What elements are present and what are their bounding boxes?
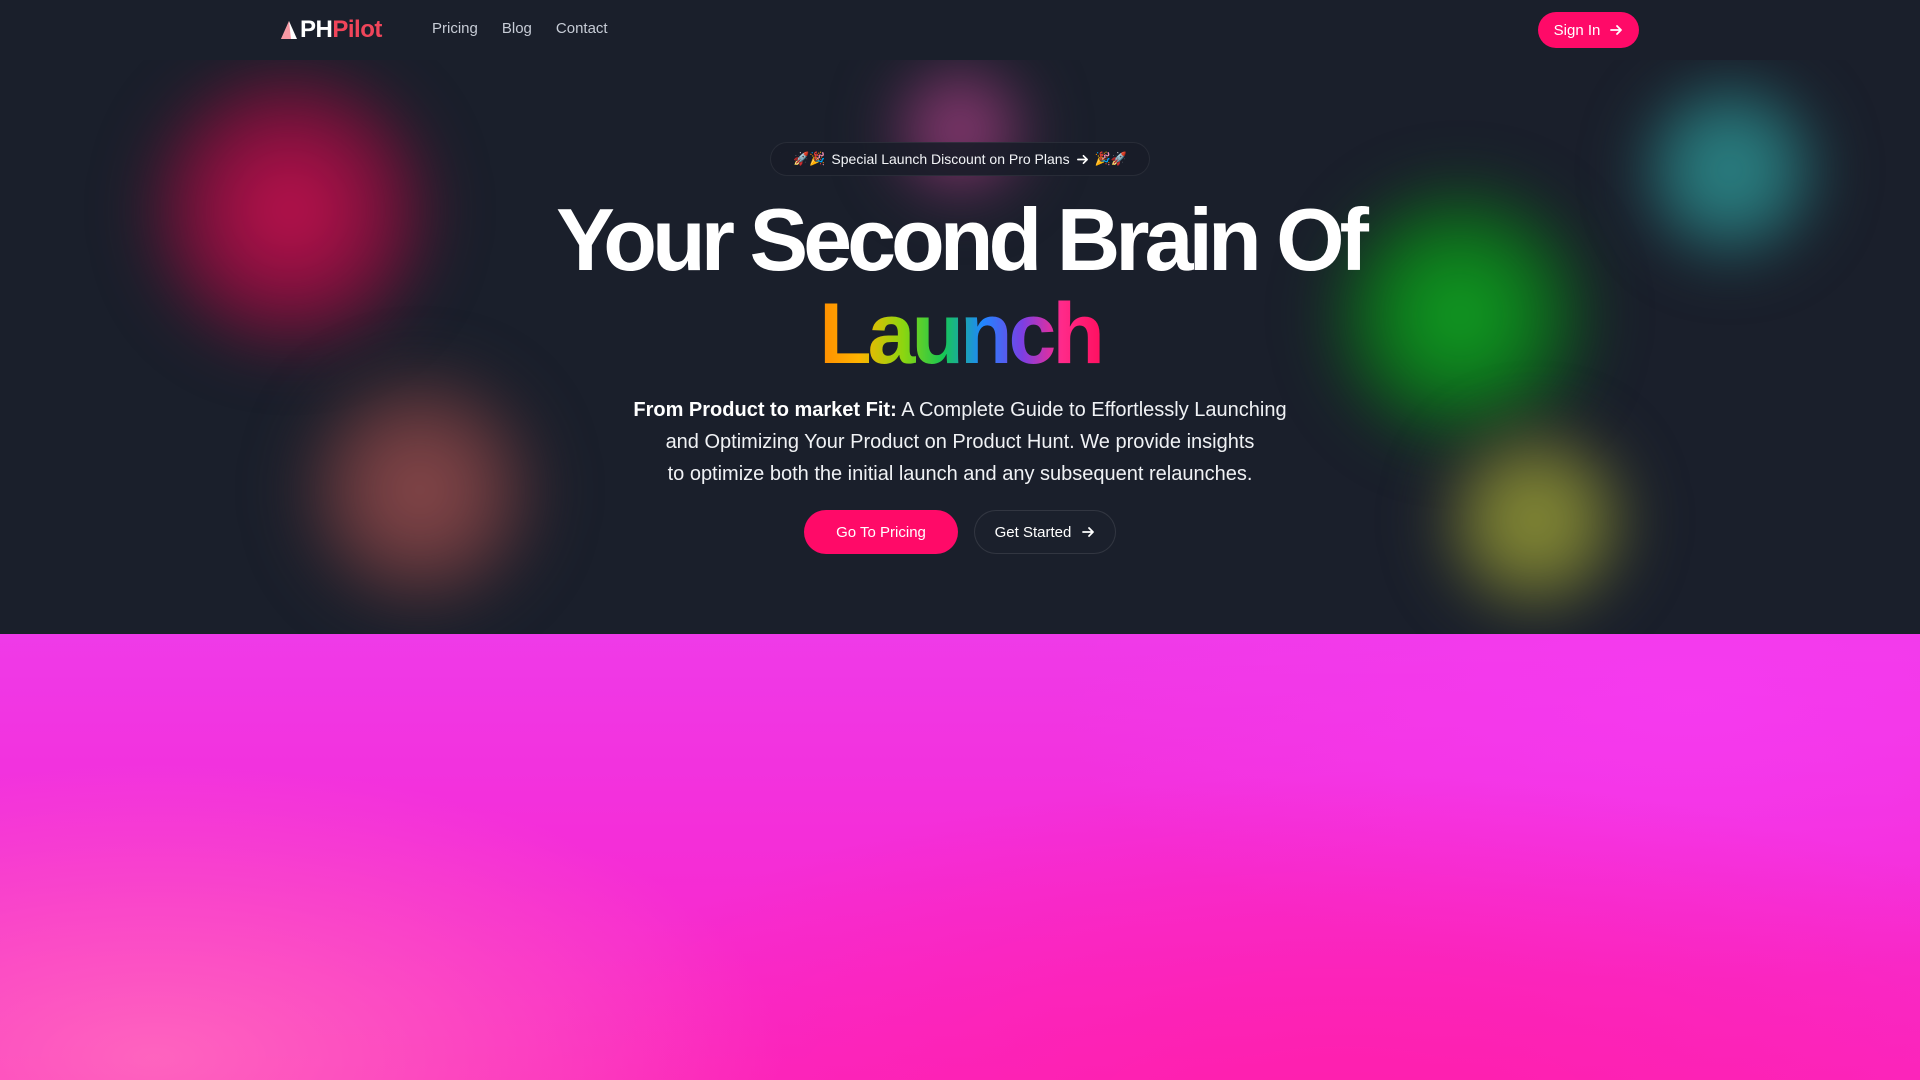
triangle-logo-icon	[281, 21, 297, 39]
headline-line-2-gradient: Launch	[819, 286, 1105, 382]
description-line-1: From Product to market Fit: A Complete G…	[560, 394, 1360, 426]
arrow-right-icon	[1082, 527, 1095, 537]
description-line-1-text: A Complete Guide to Effortlessly Launchi…	[896, 399, 1287, 421]
nav-link-pricing[interactable]: Pricing	[432, 19, 478, 39]
get-started-button[interactable]: Get Started	[974, 510, 1116, 554]
description-bold: From Product to market Fit:	[633, 399, 897, 421]
arrow-right-icon	[1076, 154, 1088, 164]
promo-emoji-right: 🎉🚀	[1094, 151, 1127, 166]
hero-section: PH Pilot Pricing Blog Contact Sign In 🚀🎉 …	[0, 0, 1920, 634]
top-navigation: PH Pilot Pricing Blog Contact Sign In	[0, 0, 1920, 60]
arrow-right-icon	[1610, 25, 1623, 35]
description-line-3: to optimize both the initial launch and …	[667, 463, 1253, 485]
promo-label: Special Launch Discount on Pro Plans	[831, 151, 1070, 167]
decorative-yellow-glow	[1430, 415, 1640, 625]
nav-link-contact[interactable]: Contact	[556, 19, 608, 39]
decorative-brown-glow	[290, 360, 550, 620]
nav-link-blog[interactable]: Blog	[502, 19, 532, 39]
sign-in-label: Sign In	[1553, 21, 1601, 39]
decorative-pink-glow	[880, 50, 1040, 210]
hero-headline: Your Second Brain Of Launch	[0, 190, 1920, 382]
brand-logo[interactable]: PH Pilot	[280, 15, 382, 45]
promo-badge[interactable]: 🚀🎉 Special Launch Discount on Pro Plans …	[770, 142, 1150, 176]
nav-links: Pricing Blog Contact	[432, 19, 608, 39]
pink-gradient-section	[0, 634, 1920, 1080]
get-started-label: Get Started	[994, 523, 1072, 541]
headline-line-1: Your Second Brain Of	[556, 190, 1369, 289]
sign-in-button[interactable]: Sign In	[1538, 12, 1639, 48]
brand-name-pilot: Pilot	[332, 16, 382, 43]
description-line-2: and Optimizing Your Product on Product H…	[665, 431, 1255, 453]
promo-emoji-left: 🚀🎉	[793, 151, 826, 166]
go-to-pricing-button[interactable]: Go To Pricing	[804, 510, 958, 554]
brand-name-ph: PH	[300, 16, 333, 43]
hero-description: From Product to market Fit: A Complete G…	[560, 394, 1360, 490]
